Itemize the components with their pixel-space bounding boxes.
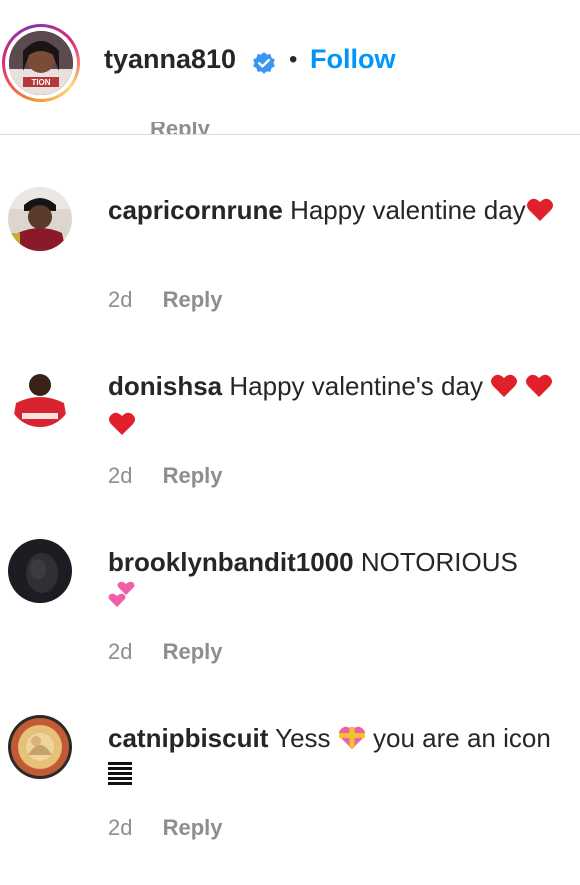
commenter-avatar[interactable] bbox=[8, 715, 72, 779]
comment-item: capricornrune Happy valentine day 2d Rep… bbox=[0, 187, 580, 357]
follow-button[interactable]: Follow bbox=[310, 44, 395, 75]
avatar-image bbox=[8, 715, 72, 779]
comment-timestamp: 2d bbox=[108, 287, 133, 312]
reply-button[interactable]: Reply bbox=[163, 287, 223, 313]
comment-username[interactable]: donishsa bbox=[108, 371, 222, 401]
bars-icon bbox=[108, 762, 132, 797]
profile-avatar-story-ring[interactable]: TION bbox=[2, 24, 80, 102]
comment-timestamp: 2d bbox=[108, 639, 133, 664]
red-heart-icon bbox=[526, 196, 554, 231]
comment-text: capricornrune Happy valentine day bbox=[108, 193, 568, 231]
comment-meta: 2d Reply bbox=[108, 287, 223, 313]
comment-item: catnipbiscuit Yess you are an icon 2d Re… bbox=[0, 715, 580, 885]
reply-button[interactable]: Reply bbox=[163, 463, 223, 489]
avatar-image: TION bbox=[9, 31, 73, 95]
comment-timestamp: 2d bbox=[108, 463, 133, 488]
two-hearts-icon bbox=[108, 581, 136, 618]
profile-avatar[interactable]: TION bbox=[9, 31, 73, 95]
comment-item: donishsa Happy valentine's day 2d Reply bbox=[0, 363, 580, 533]
avatar-image bbox=[8, 539, 72, 603]
reply-button[interactable]: Reply bbox=[163, 639, 223, 665]
commenter-avatar[interactable] bbox=[8, 187, 72, 251]
red-heart-icon bbox=[108, 410, 136, 445]
header-username[interactable]: tyanna810 bbox=[104, 44, 236, 75]
verified-badge-icon bbox=[253, 52, 275, 74]
comment-body: Happy valentine's day bbox=[229, 371, 483, 401]
scrolled-reply-peek: Reply bbox=[150, 122, 230, 134]
red-heart-icon bbox=[490, 372, 518, 407]
svg-text:TION: TION bbox=[31, 78, 50, 87]
comment-username[interactable]: brooklynbandit1000 bbox=[108, 547, 354, 577]
commenter-avatar[interactable] bbox=[8, 539, 72, 603]
comment-timestamp: 2d bbox=[108, 815, 133, 840]
comment-body: NOTORIOUS bbox=[360, 547, 518, 577]
comment-meta: 2d Reply bbox=[108, 815, 223, 841]
comment-body: Happy valentine day bbox=[290, 195, 526, 225]
comment-username[interactable]: catnipbiscuit bbox=[108, 723, 268, 753]
post-header: TION tyanna810 • Follow Reply bbox=[0, 0, 580, 135]
comment-text: catnipbiscuit Yess you are an icon bbox=[108, 721, 568, 797]
avatar-image bbox=[8, 187, 72, 251]
comment-username[interactable]: capricornrune bbox=[108, 195, 283, 225]
comment-meta: 2d Reply bbox=[108, 639, 223, 665]
comment-item: brooklynbandit1000 NOTORIOUS 2d Reply bbox=[0, 539, 580, 709]
comment-body-continued: you are an icon bbox=[373, 723, 551, 753]
heart-with-ribbon-icon bbox=[338, 724, 366, 759]
comment-body: Yess bbox=[275, 723, 331, 753]
avatar-image bbox=[8, 363, 72, 427]
red-heart-icon bbox=[525, 372, 553, 407]
separator-dot: • bbox=[289, 46, 298, 73]
reply-button[interactable]: Reply bbox=[163, 815, 223, 841]
comment-meta: 2d Reply bbox=[108, 463, 223, 489]
comment-text: brooklynbandit1000 NOTORIOUS bbox=[108, 545, 568, 618]
commenter-avatar[interactable] bbox=[8, 363, 72, 427]
comment-text: donishsa Happy valentine's day bbox=[108, 369, 568, 445]
